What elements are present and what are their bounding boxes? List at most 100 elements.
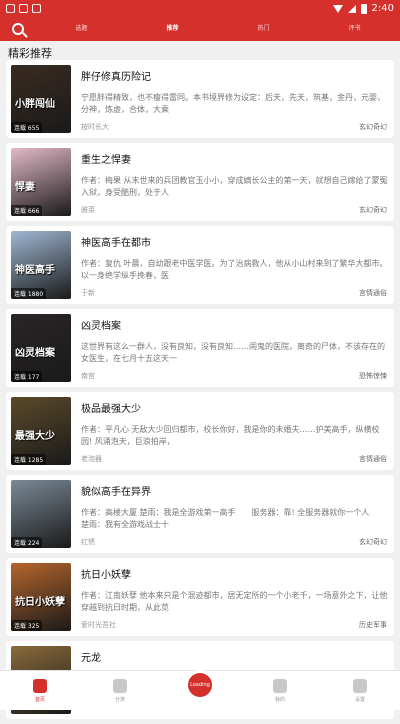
nav-center[interactable]: Loading — [160, 669, 240, 710]
nav-me-label: 我的 — [274, 696, 285, 703]
book-author: 老泡器 — [81, 455, 102, 463]
book-description: 作者：复仇 叶晨，自幼跟老中医学医。为了治病救人，他从小山村来到了繁华大都市。以… — [81, 259, 388, 280]
book-meta: 老泡器 言情通俗 — [81, 454, 387, 464]
book-meta: 按时长大 玄幻奇幻 — [81, 122, 387, 132]
cover-status-tag: 连载 1880 — [11, 288, 47, 299]
book-card[interactable]: 连载 224 貌似高手在异界 作者：高楼大厦 楚雨：我是全游戏第一高手 服务器：… — [6, 475, 394, 553]
book-category: 玄幻奇幻 — [359, 123, 387, 131]
book-author: 于新 — [81, 289, 95, 297]
play-center-button[interactable]: Loading — [185, 669, 215, 700]
book-cover[interactable]: 小胖闯仙 连载 655 — [11, 65, 71, 133]
book-category: 玄幻奇幻 — [359, 206, 387, 214]
signal-icon — [347, 4, 356, 13]
status-left — [6, 4, 41, 13]
book-info: 凶灵档案 这世界有这么一群人，没有良知，没有良知……闹鬼的医院，离奇的尸体，不该… — [71, 314, 389, 382]
nav-me[interactable]: 我的 — [240, 671, 320, 710]
search-button[interactable] — [0, 17, 36, 41]
book-category: 恐怖惊悚 — [359, 372, 387, 380]
tab-1[interactable]: 推荐 — [127, 17, 218, 41]
book-cover[interactable]: 连载 224 — [11, 480, 71, 548]
book-card[interactable]: 抗日小妖孽 连载 325 抗日小妖孽 作者：江南妖孽 他本来只是个混迹都市，居无… — [6, 558, 394, 636]
nav-home-label: 首页 — [34, 696, 45, 703]
tab-3[interactable]: 评书 — [309, 17, 400, 41]
book-author: 按时长大 — [81, 123, 109, 131]
cover-status-tag: 连载 666 — [11, 205, 43, 216]
nav-home[interactable]: 首页 — [0, 671, 80, 710]
book-meta: 于新 言情通俗 — [81, 288, 387, 298]
book-category: 言情通俗 — [359, 289, 387, 297]
user-icon — [273, 678, 287, 693]
book-title[interactable]: 极品最强大少 — [81, 400, 389, 415]
bottom-nav: 首页 分类 Loading 我的 设置 — [0, 669, 400, 710]
cover-status-tag: 连载 325 — [11, 620, 43, 631]
book-author: 爱时光吾社 — [81, 621, 116, 629]
section-title: 精彩推荐 — [8, 47, 52, 60]
book-title[interactable]: 胖仔修真历险记 — [81, 68, 389, 83]
book-cover[interactable]: 凶灵档案 连载 177 — [11, 314, 71, 382]
cover-status-tag: 连载 655 — [11, 122, 43, 133]
status-time: 2:40 — [371, 3, 394, 14]
book-author: 红锈 — [81, 538, 95, 546]
book-category: 历史军事 — [359, 621, 387, 629]
book-list: 小胖闯仙 连载 655 胖仔修真历险记 宁愿胖得精致，也不瘦得雷同。本书境界修为… — [6, 60, 394, 724]
nav-category[interactable]: 分类 — [80, 671, 160, 710]
status-bar: 2:40 — [0, 0, 400, 17]
book-description: 这世界有这么一群人，没有良知，没有良知……闹鬼的医院，离奇的尸体，不该存在的女医… — [81, 342, 385, 363]
book-title[interactable]: 抗日小妖孽 — [81, 566, 389, 581]
cover-status-tag: 连载 177 — [11, 371, 43, 382]
cover-title: 抗日小妖孽 — [15, 597, 65, 608]
sim-icon — [19, 4, 28, 13]
book-description: 作者：平凡心 无敌大少回归都市，校长你好，我是你的未婚夫……护美高手，纵横校园!… — [81, 425, 380, 446]
book-meta: 南宫 恐怖惊悚 — [81, 371, 387, 381]
book-cover[interactable]: 抗日小妖孽 连载 325 — [11, 563, 71, 631]
tab-2[interactable]: 热门 — [218, 17, 309, 41]
nav-category-label: 分类 — [114, 696, 125, 703]
book-category: 玄幻奇幻 — [359, 538, 387, 546]
book-title[interactable]: 凶灵档案 — [81, 317, 389, 332]
battery-icon — [360, 3, 367, 14]
app-notification-icon — [32, 4, 41, 13]
book-info: 抗日小妖孽 作者：江南妖孽 他本来只是个混迹都市，居无定所的一个小老千，一场意外… — [71, 563, 389, 631]
book-meta: 红锈 玄幻奇幻 — [81, 537, 387, 547]
nav-settings[interactable]: 设置 — [320, 671, 400, 710]
cover-title: 凶灵档案 — [15, 348, 55, 359]
search-icon — [12, 23, 24, 35]
book-meta: 爱时光吾社 历史军事 — [81, 620, 387, 630]
book-description: 作者：高楼大厦 楚雨：我是全游戏第一高手 服务器：靠! 全服务器就你一个人 楚雨… — [81, 508, 386, 529]
grid-icon — [113, 678, 127, 693]
status-right: 2:40 — [332, 3, 394, 14]
book-description: 宁愿胖得精致，也不瘦得雷同。本书境界修为设定：后天，先天，筑基，金丹，元婴，分神… — [81, 93, 385, 114]
cover-title: 神医高手 — [15, 265, 55, 276]
tab-0[interactable]: 选题 — [36, 17, 127, 41]
cover-status-tag: 连载 1285 — [11, 454, 47, 465]
book-info: 极品最强大少 作者：平凡心 无敌大少回归都市，校长你好，我是你的未婚夫……护美高… — [71, 397, 389, 465]
cover-title: 最强大少 — [15, 431, 55, 442]
cover-title: 小胖闯仙 — [15, 99, 55, 110]
book-card[interactable]: 凶灵档案 连载 177 凶灵档案 这世界有这么一群人，没有良知，没有良知……闹鬼… — [6, 309, 394, 387]
book-card[interactable]: 最强大少 连载 1285 极品最强大少 作者：平凡心 无敌大少回归都市，校长你好… — [6, 392, 394, 470]
book-author: 雅菜 — [81, 206, 95, 214]
book-meta: 雅菜 玄幻奇幻 — [81, 205, 387, 215]
nav-settings-label: 设置 — [354, 696, 365, 703]
book-info: 胖仔修真历险记 宁愿胖得精致，也不瘦得雷同。本书境界修为设定：后天，先天，筑基，… — [71, 65, 389, 133]
book-cover[interactable]: 悍妻 连载 666 — [11, 148, 71, 216]
book-info: 重生之悍妻 作者：梅果 从末世来的兵团教官玉小小，穿成嫡长公主的第一天，就想自己… — [71, 148, 389, 216]
book-description: 作者：江南妖孽 他本来只是个混迹都市，居无定所的一个小老千，一场意外之下，让他穿… — [81, 591, 388, 612]
home-icon — [33, 678, 47, 693]
book-category: 言情通俗 — [359, 455, 387, 463]
book-title[interactable]: 神医高手在都市 — [81, 234, 389, 249]
book-author: 南宫 — [81, 372, 95, 380]
wifi-icon — [332, 4, 343, 13]
book-card[interactable]: 神医高手 连载 1880 神医高手在都市 作者：复仇 叶晨，自幼跟老中医学医。为… — [6, 226, 394, 304]
book-card[interactable]: 小胖闯仙 连载 655 胖仔修真历险记 宁愿胖得精致，也不瘦得雷同。本书境界修为… — [6, 60, 394, 138]
book-title[interactable]: 貌似高手在异界 — [81, 483, 389, 498]
center-label: Loading — [190, 681, 210, 688]
notification-icon — [6, 4, 15, 13]
book-cover[interactable]: 神医高手 连载 1880 — [11, 231, 71, 299]
book-title[interactable]: 重生之悍妻 — [81, 151, 389, 166]
book-cover[interactable]: 最强大少 连载 1285 — [11, 397, 71, 465]
tab-bar: 选题 推荐 热门 评书 — [36, 17, 400, 41]
cover-status-tag: 连载 224 — [11, 537, 43, 548]
book-title[interactable]: 元龙 — [81, 649, 389, 664]
book-card[interactable]: 悍妻 连载 666 重生之悍妻 作者：梅果 从末世来的兵团教官玉小小，穿成嫡长公… — [6, 143, 394, 221]
